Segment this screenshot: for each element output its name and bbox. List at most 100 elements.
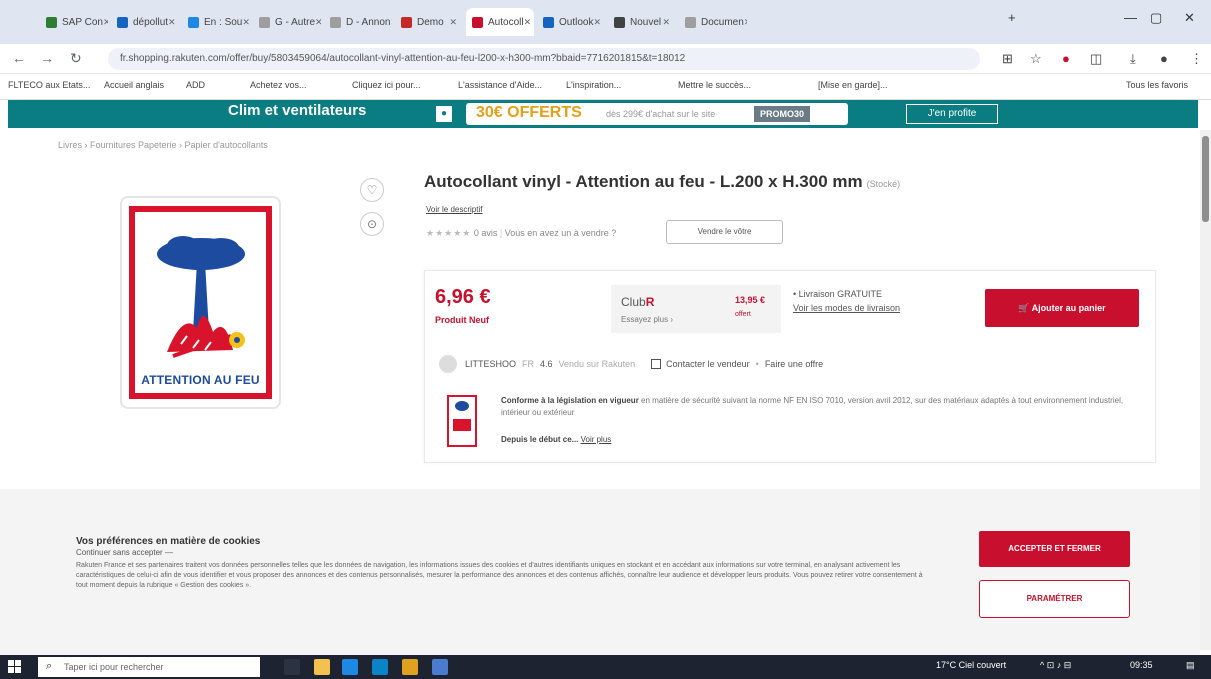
club-price: 13,95 € — [735, 295, 766, 305]
browser-tab[interactable]: En : Sou ✕ — [182, 8, 250, 36]
tab-title: D - Annon — [346, 16, 391, 28]
tab-title: Demo — [417, 16, 444, 28]
product-image[interactable]: ATTENTION AU FEU — [120, 196, 281, 409]
weather-widget[interactable]: 17°C Ciel couvert — [936, 660, 1006, 670]
download-icon[interactable]: ⤓ — [1130, 51, 1136, 67]
translate-icon[interactable]: ⊞ — [1002, 51, 1013, 67]
menu-dots-icon[interactable]: ⋮ — [1190, 51, 1203, 67]
browser-tab[interactable]: D - Annon✕ — [324, 8, 392, 36]
cookie-settings-button[interactable]: PARAMÉTRER — [979, 580, 1130, 618]
browser-tab[interactable]: Nouvel ✕ — [608, 8, 676, 36]
extensions-puzzle-icon[interactable]: ◫ — [1090, 51, 1102, 67]
browser-tab[interactable]: Outlook ✕ — [537, 8, 605, 36]
url-input[interactable]: fr.shopping.rakuten.com/offer/buy/580345… — [108, 48, 980, 70]
tab-close-icon[interactable]: ✕ — [449, 17, 457, 28]
tab-close-icon[interactable]: ✕ — [168, 17, 176, 28]
windows-taskbar: ⌕ Taper ici pour rechercher 17°C Ciel co… — [0, 655, 1211, 679]
bookmark-star-icon[interactable]: ☆ — [1030, 51, 1042, 67]
continue-without-accepting-link[interactable]: Continuer sans accepter — — [76, 548, 173, 557]
bookmark-item[interactable]: ADD — [186, 80, 205, 90]
taskbar-search-input[interactable]: ⌕ Taper ici pour rechercher — [38, 657, 260, 677]
contact-seller-link[interactable]: Contacter le vendeur — [666, 359, 750, 369]
app-icon[interactable] — [432, 659, 448, 675]
contact-checkbox-icon[interactable] — [651, 359, 662, 369]
browser-tab[interactable]: Documen✕ — [679, 8, 747, 36]
see-more-link[interactable]: Voir plus — [581, 435, 612, 444]
task-view-icon[interactable] — [284, 659, 300, 675]
browser-tab[interactable]: SAP Con ✕ — [40, 8, 108, 36]
promo-cta-button[interactable]: J'en profite — [906, 104, 998, 124]
bookmark-item[interactable]: Accueil anglais — [104, 80, 164, 90]
tab-close-icon[interactable]: ✕ — [662, 17, 670, 28]
reviews-count[interactable]: 0 avis — [474, 228, 498, 238]
back-icon[interactable]: ← — [12, 50, 26, 66]
chrome-browser-icon[interactable] — [402, 659, 418, 675]
description-excerpt: Depuis le début ce... Voir plus — [501, 435, 612, 444]
bookmark-item[interactable]: FLTECO aux Etats... — [8, 80, 90, 90]
tab-close-icon[interactable]: ✕ — [315, 17, 321, 28]
tab-favicon-icon — [543, 16, 554, 28]
store-icon[interactable] — [372, 659, 388, 675]
tab-strip: SAP Con ✕ dépollut ✕ En : Sou ✕ G - Autre ✕ D - … — [40, 8, 750, 36]
tab-close-icon[interactable]: ✕ — [524, 17, 532, 28]
tab-title: Autocoll — [488, 16, 524, 28]
tab-close-icon[interactable]: ✕ — [242, 17, 250, 28]
favorite-heart-icon[interactable]: ♡ — [360, 178, 384, 202]
browser-tab[interactable]: Demo ✕ — [395, 8, 463, 36]
rating-row: ★★★★★ 0 avis | Vous en avez un à vendre … — [426, 228, 617, 238]
browser-tab[interactable]: dépollut ✕ — [111, 8, 179, 36]
sell-yours-button[interactable]: Vendre le vôtre — [666, 220, 783, 244]
bookmark-item[interactable]: Cliquez ici pour... — [352, 80, 421, 90]
product-title-meta: (Stocké) — [866, 179, 901, 189]
browser-tab[interactable]: Autocoll ✕ — [466, 8, 534, 36]
windows-start-icon[interactable] — [8, 660, 22, 674]
page-scrollbar[interactable] — [1200, 130, 1211, 650]
make-offer-link[interactable]: Faire une offre — [765, 359, 823, 369]
extension-icon[interactable]: ● — [1062, 51, 1070, 66]
product-thumbnail[interactable] — [447, 395, 477, 447]
seller-name[interactable]: LITTESHOO — [465, 359, 516, 369]
sign-text: ATTENTION AU FEU — [141, 373, 260, 387]
tab-close-icon[interactable]: ✕ — [103, 17, 108, 28]
breadcrumb[interactable]: Livres › Fournitures Papeterie › Papier … — [58, 140, 268, 150]
delivery-modes-link[interactable]: Voir les modes de livraison — [793, 301, 900, 315]
notifications-icon[interactable]: ▤ — [1186, 660, 1195, 671]
edge-browser-icon[interactable] — [342, 659, 358, 675]
tab-favicon-icon — [330, 16, 341, 28]
seller-avatar[interactable] — [439, 355, 457, 373]
all-bookmarks-button[interactable]: Tous les favoris — [1126, 80, 1188, 90]
bookmark-item[interactable]: Mettre le succès... — [678, 80, 751, 90]
scrollbar-thumb[interactable] — [1202, 136, 1209, 222]
close-window-icon[interactable]: ✕ — [1184, 10, 1195, 26]
tab-close-icon[interactable]: ✕ — [390, 17, 392, 28]
tab-close-icon[interactable]: ✕ — [744, 17, 747, 28]
new-tab-button[interactable]: + — [1008, 10, 1016, 25]
conformity-text: Conforme à la législation en vigueur en … — [501, 396, 1124, 417]
system-tray-icons[interactable]: ^ ⊡ ♪ ⊟ — [1040, 660, 1071, 671]
buy-box: 6,96 € Produit Neuf ClubR Essayez plus ›… — [424, 270, 1156, 463]
bookmark-item[interactable]: L'inspiration... — [566, 80, 621, 90]
tab-close-icon[interactable]: ✕ — [593, 17, 601, 28]
forward-icon[interactable]: → — [40, 50, 54, 66]
promo-title[interactable]: Clim et ventilateurs — [228, 102, 366, 119]
cookie-title: Vos préférences en matière de cookies — [76, 536, 261, 547]
reload-icon[interactable]: ↻ — [70, 50, 82, 67]
search-icon: ⌕ — [46, 660, 53, 672]
promo-badge-icon: ● — [436, 106, 452, 122]
bookmark-item[interactable]: L'assistance d'Aide... — [458, 80, 542, 90]
bookmark-item[interactable]: Achetez vos... — [250, 80, 307, 90]
zoom-icon[interactable]: ⊙ — [360, 212, 384, 236]
minimize-icon[interactable]: — — [1124, 10, 1137, 25]
clock[interactable]: 09:35 — [1130, 660, 1153, 670]
accept-cookies-button[interactable]: ACCEPTER ET FERMER — [979, 531, 1130, 567]
club-offer-box[interactable]: ClubR Essayez plus › 13,95 € offert — [611, 285, 781, 333]
promo-offer[interactable]: 30€ OFFERTS dès 299€ d'achat sur le site… — [466, 103, 848, 125]
maximize-icon[interactable]: ▢ — [1150, 10, 1162, 26]
club-trial-link[interactable]: Essayez plus › — [621, 315, 673, 324]
file-explorer-icon[interactable] — [314, 659, 330, 675]
add-to-cart-button[interactable]: 🛒 Ajouter au panier — [985, 289, 1139, 327]
bookmark-item[interactable]: [Mise en garde]... — [818, 80, 888, 90]
profile-icon[interactable]: ● — [1160, 51, 1168, 66]
description-link[interactable]: Voir le descriptif — [426, 205, 482, 214]
browser-tab[interactable]: G - Autre ✕ — [253, 8, 321, 36]
